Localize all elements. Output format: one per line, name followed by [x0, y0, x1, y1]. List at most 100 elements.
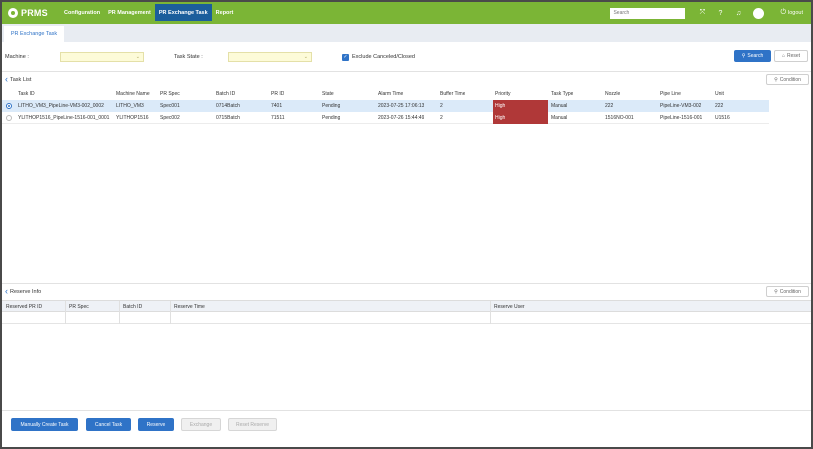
help-icon[interactable]: ? — [711, 10, 729, 17]
buffer-time-cell: 2 — [440, 115, 443, 121]
logo-icon — [8, 8, 18, 18]
column-divider — [490, 312, 491, 324]
task-list-title: Task List — [10, 76, 32, 83]
table-row[interactable]: YLITHOP1516_PipeLine-1516-001_0001 YLITH… — [2, 112, 769, 124]
reserve-button[interactable]: Reserve — [138, 418, 174, 431]
search-icon: ⚲ — [774, 76, 778, 83]
nozzle-cell: 222 — [605, 103, 614, 109]
nav-report[interactable]: Report — [212, 2, 238, 24]
task-state-label: Task State : — [174, 54, 203, 60]
pipe-line-cell: PipeLine-1516-001 — [660, 115, 703, 121]
reset-reserve-button[interactable]: Reset Reserve — [228, 418, 277, 431]
reserve-condition-button[interactable]: ⚲ Condition — [766, 286, 809, 297]
row-radio[interactable] — [6, 103, 12, 109]
pr-spec-cell: Spec002 — [160, 115, 180, 121]
column-divider — [65, 312, 66, 324]
col-unit[interactable]: Unit — [715, 88, 724, 100]
state-cell: Pending — [322, 115, 341, 121]
col-pipe-line[interactable]: Pipe Line — [660, 88, 681, 100]
machine-label: Machine : — [5, 54, 29, 60]
reserve-empty-row — [2, 312, 811, 324]
logout-button[interactable]: ⏻ logout — [780, 9, 803, 17]
cancel-task-button[interactable]: Cancel Task — [86, 418, 131, 431]
alarm-time-cell: 2023-07-25 17:06:13 — [378, 103, 425, 109]
task-id-cell: YLITHOP1516_PipeLine-1516-001_0001 — [18, 115, 110, 121]
col-pr-id[interactable]: PR ID — [271, 88, 284, 100]
nav-configuration[interactable]: Configuration — [60, 2, 104, 24]
buffer-time-cell: 2 — [440, 103, 443, 109]
search-button[interactable]: ⚲ Search — [734, 50, 771, 62]
pipe-line-cell: PipeLine-VM3-002 — [660, 103, 702, 109]
global-search-input[interactable] — [610, 7, 686, 19]
nozzle-cell: 1516NO-001 — [605, 115, 634, 121]
tab-strip: PR Exchange Task — [2, 24, 811, 42]
col-priority[interactable]: Priority — [495, 88, 511, 100]
pr-spec-cell: Spec001 — [160, 103, 180, 109]
task-type-cell: Manual — [551, 103, 568, 109]
nav-pr-management[interactable]: PR Management — [104, 2, 155, 24]
task-type-cell: Manual — [551, 115, 568, 121]
chevron-down-icon: ⌄ — [303, 54, 308, 60]
divider — [2, 71, 811, 72]
logo[interactable]: PRMS — [8, 8, 60, 18]
column-divider — [170, 312, 171, 324]
batch-id-cell: 0714Batch — [216, 103, 240, 109]
fullscreen-icon[interactable]: ⤧ — [693, 9, 711, 17]
col-task-type[interactable]: Task Type — [551, 88, 573, 100]
avatar[interactable] — [753, 7, 765, 19]
priority-cell: High — [493, 100, 548, 112]
col-state[interactable]: State — [322, 88, 334, 100]
pr-id-cell: 7401 — [271, 103, 283, 109]
app-frame: PRMS Configuration PR Management PR Exch… — [0, 0, 813, 449]
table-row[interactable]: LITHO_VM3_PipeLine-VM3-002_0002 LITHO_VM… — [2, 100, 769, 112]
logout-label: logout — [788, 10, 803, 16]
divider — [2, 410, 811, 411]
divider — [2, 283, 811, 284]
reserve-table-header: Reserved PR ID PR Spec Batch ID Reserve … — [2, 300, 811, 313]
task-condition-button[interactable]: ⚲ Condition — [766, 74, 809, 85]
exchange-button[interactable]: Exchange — [181, 418, 221, 431]
col-pr-spec[interactable]: PR Spec — [160, 88, 180, 100]
bell-icon[interactable]: ♫ — [729, 10, 747, 17]
task-state-select[interactable]: ⌄ — [228, 52, 312, 62]
priority-cell: High — [493, 112, 548, 124]
task-table: Task ID Machine Name PR Spec Batch ID PR… — [2, 88, 769, 128]
machine-select[interactable]: ⌄ — [60, 52, 144, 62]
exclude-label: Exclude Canceled/Closed — [352, 54, 415, 60]
unit-cell: 222 — [715, 103, 724, 109]
reset-icon: ⌂ — [781, 53, 785, 59]
main-nav: Configuration PR Management PR Exchange … — [60, 2, 237, 24]
row-radio[interactable] — [6, 115, 12, 121]
top-right-tools: ⤧ ? ♫ ⏻ logout — [610, 2, 811, 24]
machine-name-cell: YLITHOP1516 — [116, 115, 149, 121]
app-name: PRMS — [21, 8, 48, 18]
reserve-info-title: Reserve Info — [10, 288, 42, 295]
power-icon: ⏻ — [780, 9, 786, 16]
col-machine-name[interactable]: Machine Name — [116, 88, 150, 100]
chevron-down-icon: ⌄ — [135, 54, 140, 60]
col-batch-id[interactable]: Batch ID — [216, 88, 235, 100]
col-alarm-time[interactable]: Alarm Time — [378, 88, 403, 100]
nav-pr-exchange-task[interactable]: PR Exchange Task — [154, 4, 212, 21]
task-table-header: Task ID Machine Name PR Spec Batch ID PR… — [2, 88, 769, 100]
search-icon: ⚲ — [741, 53, 746, 59]
task-list-header: ‹ Task List — [5, 75, 31, 84]
exclude-checkbox[interactable]: ✓ — [342, 54, 349, 61]
bracket-icon: ‹ — [5, 286, 8, 296]
search-icon: ⚲ — [774, 288, 778, 295]
task-id-cell: LITHO_VM3_PipeLine-VM3-002_0002 — [18, 103, 104, 109]
filter-bar: Machine : ⌄ Task State : ⌄ ✓ Exclude Can… — [2, 46, 811, 70]
pr-id-cell: 71511 — [271, 115, 285, 121]
bracket-icon: ‹ — [5, 74, 8, 84]
reset-button[interactable]: ⌂ Reset — [774, 50, 808, 62]
alarm-time-cell: 2023-07-26 15:44:49 — [378, 115, 425, 121]
manually-create-task-button[interactable]: Manually Create Task — [11, 418, 78, 431]
col-nozzle[interactable]: Nozzle — [605, 88, 620, 100]
top-bar: PRMS Configuration PR Management PR Exch… — [2, 2, 811, 24]
batch-id-cell: 0715Batch — [216, 115, 240, 121]
tab-pr-exchange-task[interactable]: PR Exchange Task — [4, 26, 64, 42]
reserve-info-header: ‹ Reserve Info — [5, 287, 41, 296]
col-task-id[interactable]: Task ID — [18, 88, 35, 100]
col-buffer-time[interactable]: Buffer Time — [440, 88, 465, 100]
column-divider — [119, 312, 120, 324]
